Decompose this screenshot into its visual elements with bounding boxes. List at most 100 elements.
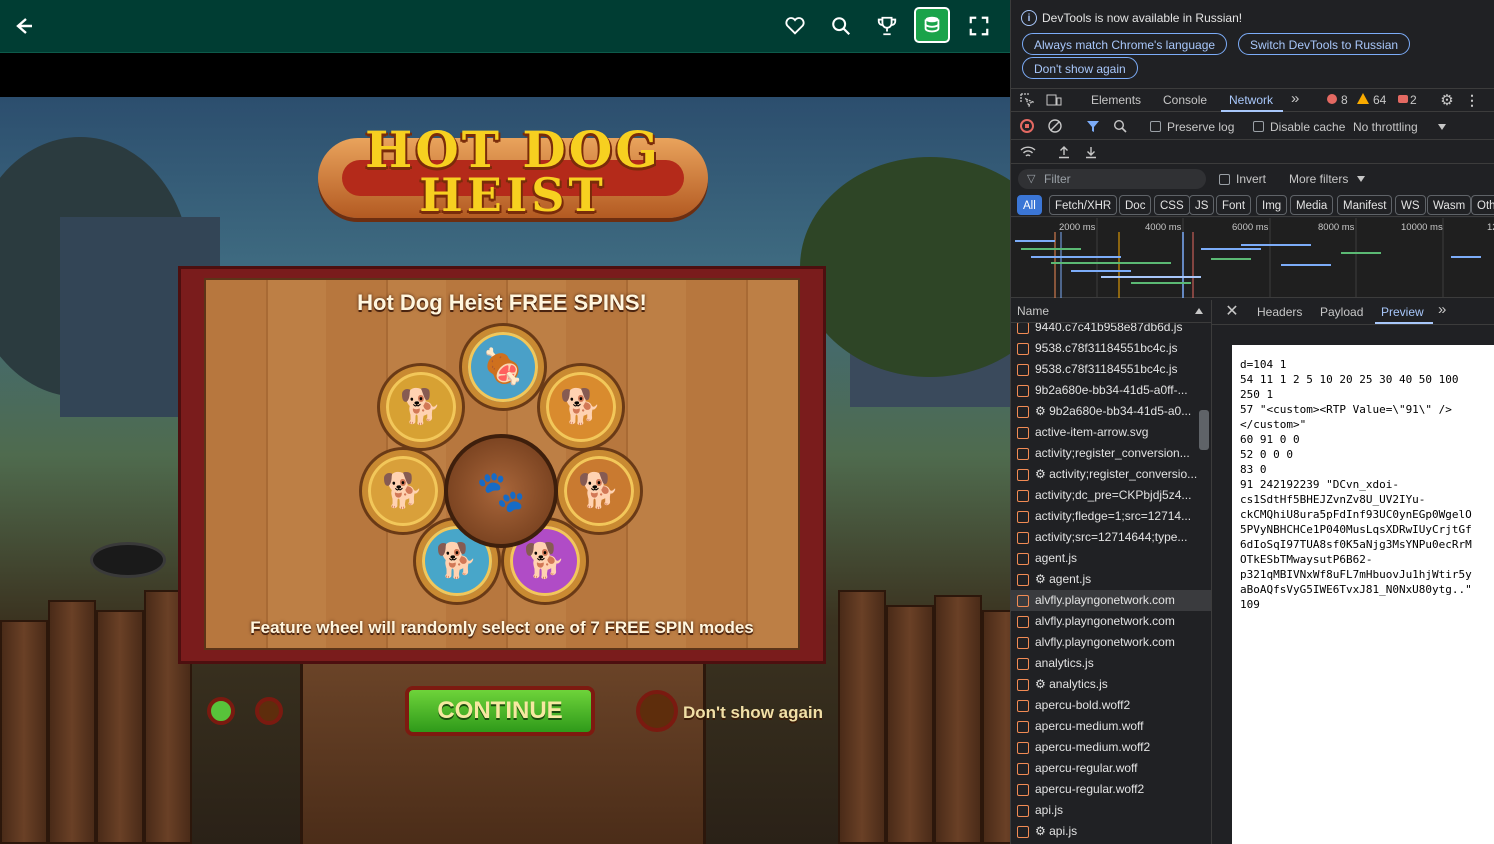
chevron-down-icon[interactable] [1357,176,1365,182]
request-row[interactable]: api.js [1011,800,1211,821]
request-row[interactable]: activity;dc_pre=CKPbjdj5z4... [1011,485,1211,506]
request-row[interactable]: alvfly.playngonetwork.com [1011,590,1211,611]
search-icon[interactable] [1112,118,1128,134]
tab-payload[interactable]: Payload [1320,305,1363,319]
request-row[interactable]: apercu-regular.woff [1011,758,1211,779]
medal-mode-5: 🐕 [558,450,640,532]
device-toolbar-icon[interactable] [1045,92,1063,108]
chevron-down-icon[interactable] [1438,124,1446,130]
request-row[interactable]: alvfly.playngonetwork.com [1011,611,1211,632]
request-name: 9b2a680e-bb34-41d5-a0ff-... [1035,383,1188,397]
page-dot-1[interactable] [207,697,235,725]
fence-plank [48,600,96,844]
file-type-icon [1017,657,1029,670]
import-har-icon[interactable] [1056,144,1072,160]
invert-label[interactable]: Invert [1236,172,1266,186]
dont-show-again-button[interactable]: Don't show again [1022,57,1138,79]
more-filters-dropdown[interactable]: More filters [1289,172,1348,186]
more-tabs-icon[interactable]: » [1438,301,1446,318]
fence-plank [934,595,982,844]
search-icon[interactable] [824,10,858,42]
request-row[interactable]: active-item-arrow.svg [1011,422,1211,443]
request-row[interactable]: activity;register_conversion... [1011,443,1211,464]
request-row[interactable]: apercu-medium.woff [1011,716,1211,737]
type-filter-css[interactable]: CSS [1154,195,1190,215]
export-har-icon[interactable] [1083,144,1099,160]
scrollbar-thumb[interactable] [1199,410,1209,450]
type-filter-wasm[interactable]: Wasm [1427,195,1472,215]
coins-icon[interactable] [914,7,950,43]
type-filter-js[interactable]: JS [1189,195,1215,215]
request-row[interactable]: ⚙ agent.js [1011,569,1211,590]
close-icon[interactable]: ✕ [1224,303,1240,320]
request-row[interactable]: 9538.c78f31184551bc4c.js [1011,338,1211,359]
tab-console[interactable]: Console [1163,93,1207,107]
switch-to-russian-button[interactable]: Switch DevTools to Russian [1238,33,1411,55]
network-timeline-overview[interactable]: 2000 ms 4000 ms 6000 ms 8000 ms 10000 ms… [1011,218,1494,298]
type-filter-other[interactable]: Oth [1471,195,1494,215]
always-match-language-button[interactable]: Always match Chrome's language [1022,33,1228,55]
type-filter-fetch-xhr[interactable]: Fetch/XHR [1049,195,1118,215]
kebab-menu-icon[interactable]: ⋮ [1465,91,1479,109]
request-row[interactable]: ⚙ api.js [1011,821,1211,842]
invert-checkbox[interactable] [1219,174,1230,185]
throttling-select[interactable]: No throttling [1353,120,1418,134]
issue-count[interactable]: 2 [1410,93,1417,107]
disable-cache-checkbox[interactable] [1253,121,1264,132]
file-type-icon [1017,384,1029,397]
preserve-log-checkbox[interactable] [1150,121,1161,132]
type-filter-media[interactable]: Media [1290,195,1334,215]
page-dot-2[interactable] [255,697,283,725]
type-filter-img[interactable]: Img [1256,195,1288,215]
fence-plank [838,590,886,844]
type-filter-doc[interactable]: Doc [1119,195,1152,215]
type-filter-manifest[interactable]: Manifest [1337,195,1393,215]
warning-count[interactable]: 64 [1373,93,1386,107]
language-infobar: i DevTools is now available in Russian! … [1011,0,1494,86]
trophy-icon[interactable] [870,10,904,42]
network-conditions-icon[interactable] [1019,144,1037,160]
type-filter-ws[interactable]: WS [1395,195,1426,215]
disable-cache-label[interactable]: Disable cache [1270,120,1345,134]
filter-funnel-icon[interactable] [1085,118,1101,134]
request-row[interactable]: activity;src=12714644;type... [1011,527,1211,548]
filter-input[interactable]: ▽ Filter [1018,169,1206,189]
tab-network[interactable]: Network [1229,93,1273,107]
request-row[interactable]: 9b2a680e-bb34-41d5-a0ff-... [1011,380,1211,401]
request-row[interactable]: ⚙ 9b2a680e-bb34-41d5-a0... [1011,401,1211,422]
heart-icon[interactable] [778,10,812,42]
preserve-log-label[interactable]: Preserve log [1167,120,1234,134]
type-filter-font[interactable]: Font [1216,195,1252,215]
clear-icon[interactable] [1047,118,1063,134]
request-row[interactable]: apercu-regular.woff2 [1011,779,1211,800]
request-row[interactable]: apercu-bold.woff2 [1011,695,1211,716]
continue-button[interactable]: CONTINUE [405,686,595,736]
type-filter-all[interactable]: All [1017,195,1042,215]
inspect-element-icon[interactable] [1019,92,1035,108]
request-row[interactable]: ⚙ analytics.js [1011,674,1211,695]
request-row[interactable]: 9538.c78f31184551bc4c.js [1011,359,1211,380]
dont-show-again-checkbox[interactable] [636,690,678,732]
tab-elements[interactable]: Elements [1091,93,1141,107]
request-row[interactable]: agent.js [1011,548,1211,569]
more-tabs-icon[interactable]: » [1291,90,1299,107]
name-column-header[interactable]: Name [1011,300,1211,323]
request-row[interactable]: alvfly.playngonetwork.com [1011,632,1211,653]
request-name: ⚙ agent.js [1035,572,1092,586]
black-band [0,53,1010,97]
record-stop-icon[interactable] [1020,119,1034,133]
request-row[interactable]: activity;fledge=1;src=12714... [1011,506,1211,527]
request-row[interactable]: ⚙ activity;register_conversio... [1011,464,1211,485]
request-row[interactable]: apercu-medium.woff2 [1011,737,1211,758]
request-row[interactable]: analytics.js [1011,653,1211,674]
tab-headers[interactable]: Headers [1257,305,1302,319]
fullscreen-icon[interactable] [962,10,996,42]
settings-gear-icon[interactable]: ⚙ [1438,91,1456,109]
request-name: agent.js [1035,551,1078,565]
back-arrow-icon[interactable] [6,10,40,42]
tab-preview[interactable]: Preview [1381,305,1424,319]
error-count[interactable]: 8 [1341,93,1348,107]
preview-content[interactable]: d=104 1 54 11 1 2 5 10 20 25 30 40 50 10… [1232,345,1494,844]
file-type-icon [1017,531,1029,544]
dont-show-again-label[interactable]: Don't show again [683,703,823,723]
